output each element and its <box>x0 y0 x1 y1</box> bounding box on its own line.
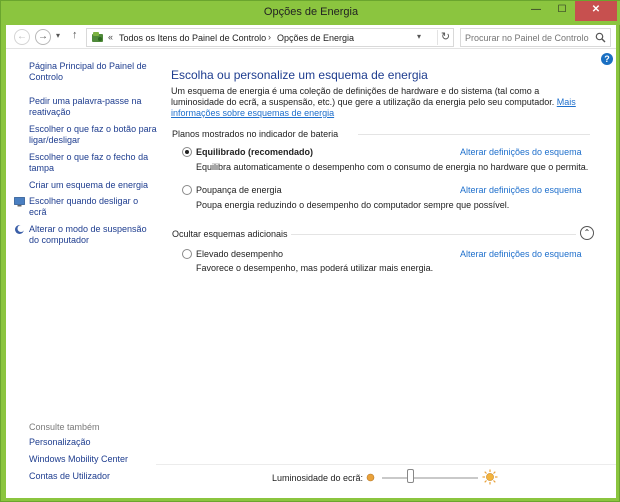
sidebar-item-create-plan[interactable]: Criar um esquema de energia <box>29 180 154 191</box>
page-title: Escolha ou personalize um esquema de ene… <box>171 68 428 82</box>
intro-description: Um esquema de energia é uma coleção de d… <box>171 86 555 107</box>
section-hidden-plans[interactable]: Ocultar esquemas adicionais <box>172 229 288 239</box>
up-button[interactable]: ↑ <box>72 29 78 41</box>
search-input[interactable] <box>465 31 593 44</box>
see-also-mobility-center[interactable]: Windows Mobility Center <box>29 454 128 465</box>
title-bar[interactable]: Opções de Energia — ☐ ✕ <box>1 1 620 25</box>
brightness-slider[interactable] <box>382 477 478 479</box>
sidebar-item-lid[interactable]: Escolher o que faz o fecho da tampa <box>29 152 149 174</box>
plan-name-balanced[interactable]: Equilibrado (recomendado) <box>196 147 313 157</box>
section-divider <box>358 134 590 135</box>
back-button[interactable]: ← <box>14 29 30 45</box>
address-bar: ← → ▾ ↑ « Todos os Itens do Painel de Co… <box>6 25 616 49</box>
brightness-label: Luminosidade do ecrã: <box>272 473 364 483</box>
sidebar-item-home[interactable]: Página Principal do Painel de Controlo <box>29 61 154 83</box>
control-panel-icon <box>92 32 103 42</box>
search-box[interactable] <box>460 28 611 47</box>
content-area: ? Página Principal do Painel de Controlo… <box>6 49 616 498</box>
intro-text: Um esquema de energia é uma coleção de d… <box>171 86 591 119</box>
breadcrumb-separator-icon[interactable]: › <box>268 32 271 42</box>
brightness-low-icon[interactable] <box>366 473 375 482</box>
breadcrumb-item-power-options[interactable]: Opções de Energia <box>277 33 354 43</box>
sidebar-item-display-off[interactable]: Escolher quando desligar o ecrã <box>29 196 139 218</box>
breadcrumb-item-all-items[interactable]: Todos os Itens do Painel de Controlo <box>119 33 266 43</box>
breadcrumb-overflow-icon[interactable]: « <box>108 32 113 42</box>
radio-power-saver[interactable] <box>182 185 192 195</box>
plan-name-power-saver[interactable]: Poupança de energia <box>196 185 282 195</box>
see-also-user-accounts[interactable]: Contas de Utilizador <box>29 471 110 482</box>
section-shown-plans: Planos mostrados no indicador de bateria <box>172 129 339 139</box>
minimize-button[interactable]: — <box>523 1 549 21</box>
breadcrumb[interactable]: « Todos os Itens do Painel de Controlo ›… <box>86 28 454 47</box>
see-also-title: Consulte também <box>29 422 100 432</box>
change-plan-settings-balanced[interactable]: Alterar definições do esquema <box>460 147 582 157</box>
section-divider <box>291 234 576 235</box>
sidebar-item-password[interactable]: Pedir uma palavra-passe na reativação <box>29 96 149 118</box>
sleep-moon-icon <box>15 225 25 234</box>
brightness-slider-thumb[interactable] <box>407 469 415 483</box>
window-frame: Opções de Energia — ☐ ✕ ← → ▾ ↑ « Todos … <box>0 0 620 502</box>
refresh-button[interactable]: ↻ <box>437 30 453 45</box>
change-plan-settings-high-performance[interactable]: Alterar definições do esquema <box>460 249 582 259</box>
forward-button[interactable]: → <box>35 29 51 45</box>
radio-high-performance[interactable] <box>182 249 192 259</box>
sidebar-item-power-button[interactable]: Escolher o que faz o botão para ligar/de… <box>29 124 157 146</box>
plan-name-high-performance[interactable]: Elevado desempenho <box>196 249 283 259</box>
address-dropdown-icon[interactable]: ▾ <box>417 32 421 41</box>
close-button[interactable]: ✕ <box>575 1 617 21</box>
search-icon[interactable] <box>595 32 606 43</box>
recent-locations-button[interactable]: ▾ <box>56 31 60 40</box>
plan-desc-balanced: Equilibra automaticamente o desempenho c… <box>196 162 589 172</box>
plan-desc-high-performance: Favorece o desempenho, mas poderá utiliz… <box>196 263 434 273</box>
footer-divider <box>156 464 616 465</box>
see-also-personalization[interactable]: Personalização <box>29 437 91 448</box>
maximize-button[interactable]: ☐ <box>549 1 575 21</box>
radio-balanced[interactable] <box>182 147 192 157</box>
brightness-high-icon[interactable] <box>482 469 498 485</box>
help-icon[interactable]: ? <box>601 53 613 65</box>
display-shield-icon <box>14 197 25 207</box>
change-plan-settings-power-saver[interactable]: Alterar definições do esquema <box>460 185 582 195</box>
plan-desc-power-saver: Poupa energia reduzindo o desempenho do … <box>196 200 510 210</box>
sidebar-item-sleep[interactable]: Alterar o modo de suspensão do computado… <box>29 224 149 246</box>
collapse-icon[interactable]: ⌃ <box>580 226 594 240</box>
